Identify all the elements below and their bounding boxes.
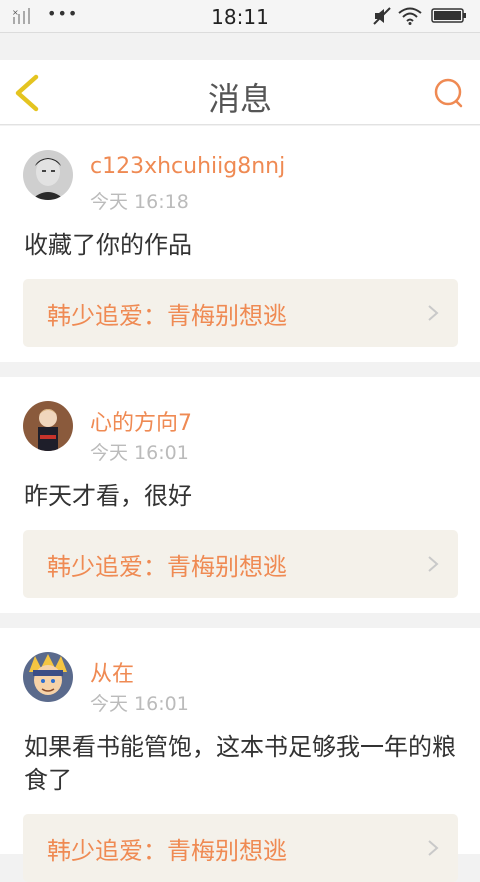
search-button[interactable] (430, 76, 470, 112)
page-title: 消息 (207, 80, 272, 118)
book-title: 韩少追爱：青梅别想逃 (47, 553, 287, 581)
avatar-man-photo (23, 150, 73, 200)
status-bar: × ••• 18:11 (0, 0, 480, 33)
chevron-right-icon (428, 305, 439, 321)
avatar-anime-photo (23, 652, 73, 702)
avatar-child-photo (23, 401, 73, 451)
battery-icon (431, 8, 466, 23)
comment-card: 心的方向7 今天 16:01 昨天才看，很好 韩少追爱：青梅别想逃 (0, 377, 480, 613)
comment-card: c123xhcuhiig8nnj 今天 16:18 收藏了你的作品 韩少追爱：青… (0, 126, 480, 362)
avatar[interactable] (23, 652, 73, 702)
comment-card: 从在 今天 16:01 如果看书能管饱，这本书足够我一年的粮食了 韩少追爱：青梅… (0, 628, 480, 882)
app-header: 消息 (0, 60, 480, 125)
comment-text: 收藏了你的作品 (24, 231, 192, 259)
comment-time: 今天 16:01 (90, 693, 189, 715)
avatar[interactable] (23, 150, 73, 200)
mute-icon (373, 7, 391, 25)
book-link[interactable]: 韩少追爱：青梅别想逃 (23, 814, 458, 882)
search-icon (434, 78, 463, 108)
book-link[interactable]: 韩少追爱：青梅别想逃 (23, 279, 458, 347)
avatar[interactable] (23, 401, 73, 451)
comment-time: 今天 16:18 (90, 191, 189, 213)
comment-username[interactable]: 心的方向7 (90, 405, 192, 437)
comment-username[interactable]: 从在 (90, 656, 134, 688)
book-title: 韩少追爱：青梅别想逃 (47, 302, 287, 330)
chevron-right-icon (428, 556, 439, 572)
book-title: 韩少追爱：青梅别想逃 (47, 837, 287, 865)
book-link[interactable]: 韩少追爱：青梅别想逃 (23, 530, 458, 598)
comment-text: 如果看书能管饱，这本书足够我一年的粮食了 (24, 733, 456, 794)
comment-username[interactable]: c123xhcuhiig8nnj (90, 154, 285, 179)
wifi-icon (398, 7, 422, 25)
comment-time: 今天 16:01 (90, 442, 189, 464)
chevron-right-icon (428, 840, 439, 856)
comment-text: 昨天才看，很好 (24, 482, 192, 510)
